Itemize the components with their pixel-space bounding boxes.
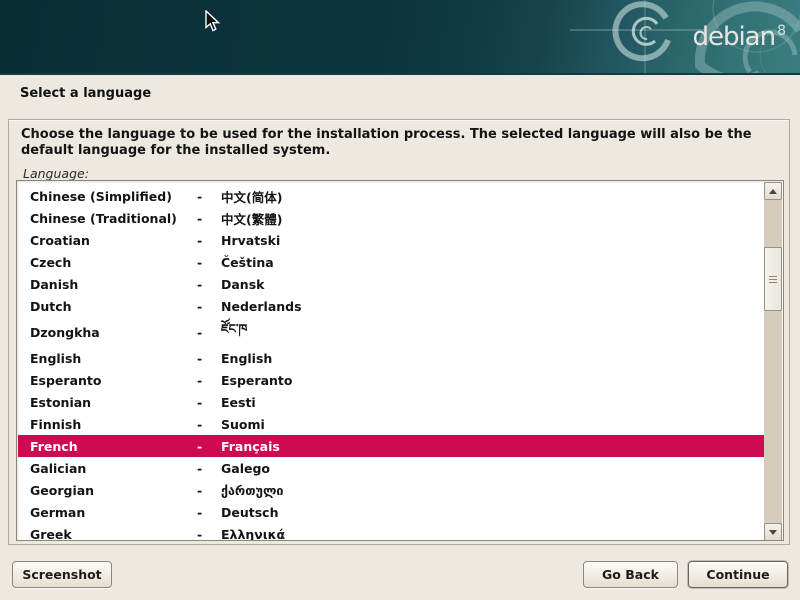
dash-separator: - <box>197 461 221 476</box>
language-name: Croatian <box>30 233 197 248</box>
language-name: French <box>30 439 197 454</box>
language-name: Chinese (Traditional) <box>30 211 197 226</box>
language-native: ཛོང་ཁ <box>221 315 764 350</box>
language-native: ქართული <box>221 483 764 498</box>
language-row[interactable]: Chinese (Traditional) - 中文(繁體) <box>18 207 764 229</box>
debian-swirl-graphic <box>0 0 800 75</box>
dash-separator: - <box>197 527 221 542</box>
language-row[interactable]: Greek - Ελληνικά <box>18 523 764 541</box>
language-name: Czech <box>30 255 197 270</box>
language-native: English <box>221 351 764 366</box>
dash-separator: - <box>197 255 221 270</box>
language-name: Georgian <box>30 483 197 498</box>
dash-separator: - <box>197 189 221 204</box>
language-native: Français <box>221 439 764 454</box>
language-name: Dutch <box>30 299 197 314</box>
language-native: Nederlands <box>221 299 764 314</box>
dash-separator: - <box>197 277 221 292</box>
language-native: Hrvatski <box>221 233 764 248</box>
dash-separator: - <box>197 211 221 226</box>
dash-separator: - <box>197 351 221 366</box>
language-native: Galego <box>221 461 764 476</box>
language-name: English <box>30 351 197 366</box>
language-name: Chinese (Simplified) <box>30 189 197 204</box>
language-list: Chinese (Simplified) - 中文(简体) Chinese (T… <box>18 182 764 541</box>
language-name: Finnish <box>30 417 197 432</box>
language-row[interactable]: Georgian - ქართული <box>18 479 764 501</box>
installer-banner: debian8 <box>0 0 800 75</box>
language-native: Ελληνικά <box>221 527 764 542</box>
language-native: Suomi <box>221 417 764 432</box>
language-native: Deutsch <box>221 505 764 520</box>
language-name: Greek <box>30 527 197 542</box>
instruction-text: Choose the language to be used for the i… <box>21 127 773 159</box>
language-name: Estonian <box>30 395 197 410</box>
mouse-cursor <box>205 10 223 34</box>
dash-separator: - <box>197 439 221 454</box>
language-row[interactable]: Finnish - Suomi <box>18 413 764 435</box>
language-native: Čeština <box>221 255 764 270</box>
chevron-down-icon <box>769 530 777 535</box>
debian-logo-text: debian8 <box>692 22 786 52</box>
dash-separator: - <box>197 395 221 410</box>
scrollbar-thumb[interactable] <box>764 247 782 311</box>
language-name: Galician <box>30 461 197 476</box>
language-field-label: Language: <box>23 166 789 181</box>
language-name: Danish <box>30 277 197 292</box>
language-row[interactable]: French - Français <box>18 435 764 457</box>
language-row[interactable]: English - English <box>18 347 764 369</box>
language-name: Esperanto <box>30 373 197 388</box>
language-name: Dzongkha <box>30 325 197 340</box>
brand-name: debian <box>692 22 775 52</box>
screenshot-button[interactable]: Screenshot <box>12 561 112 588</box>
language-native: Esperanto <box>221 373 764 388</box>
dash-separator: - <box>197 299 221 314</box>
scroll-down-button[interactable] <box>764 523 782 541</box>
brand-version: 8 <box>777 23 786 39</box>
dash-separator: - <box>197 373 221 388</box>
language-row[interactable]: Estonian - Eesti <box>18 391 764 413</box>
language-row[interactable]: Dzongkha - ཛོང་ཁ <box>18 317 764 347</box>
dash-separator: - <box>197 505 221 520</box>
go-back-button[interactable]: Go Back <box>583 561 678 588</box>
language-native: Eesti <box>221 395 764 410</box>
main-frame: Choose the language to be used for the i… <box>8 119 790 545</box>
scroll-up-button[interactable] <box>764 182 782 200</box>
language-row[interactable]: German - Deutsch <box>18 501 764 523</box>
language-row[interactable]: Croatian - Hrvatski <box>18 229 764 251</box>
vertical-scrollbar[interactable] <box>764 182 782 541</box>
continue-button[interactable]: Continue <box>688 561 788 588</box>
language-native: Dansk <box>221 277 764 292</box>
language-row[interactable]: Czech - Čeština <box>18 251 764 273</box>
language-row[interactable]: Galician - Galego <box>18 457 764 479</box>
language-row[interactable]: Chinese (Simplified) - 中文(简体) <box>18 185 764 207</box>
language-listbox: Chinese (Simplified) - 中文(简体) Chinese (T… <box>16 180 784 541</box>
page-title: Select a language <box>20 86 151 101</box>
dash-separator: - <box>197 325 221 340</box>
language-row[interactable]: Danish - Dansk <box>18 273 764 295</box>
chevron-up-icon <box>769 189 777 194</box>
language-native: 中文(繁體) <box>221 209 764 228</box>
dash-separator: - <box>197 483 221 498</box>
language-row[interactable]: Esperanto - Esperanto <box>18 369 764 391</box>
language-native: 中文(简体) <box>221 187 764 206</box>
dash-separator: - <box>197 233 221 248</box>
dash-separator: - <box>197 417 221 432</box>
language-name: German <box>30 505 197 520</box>
